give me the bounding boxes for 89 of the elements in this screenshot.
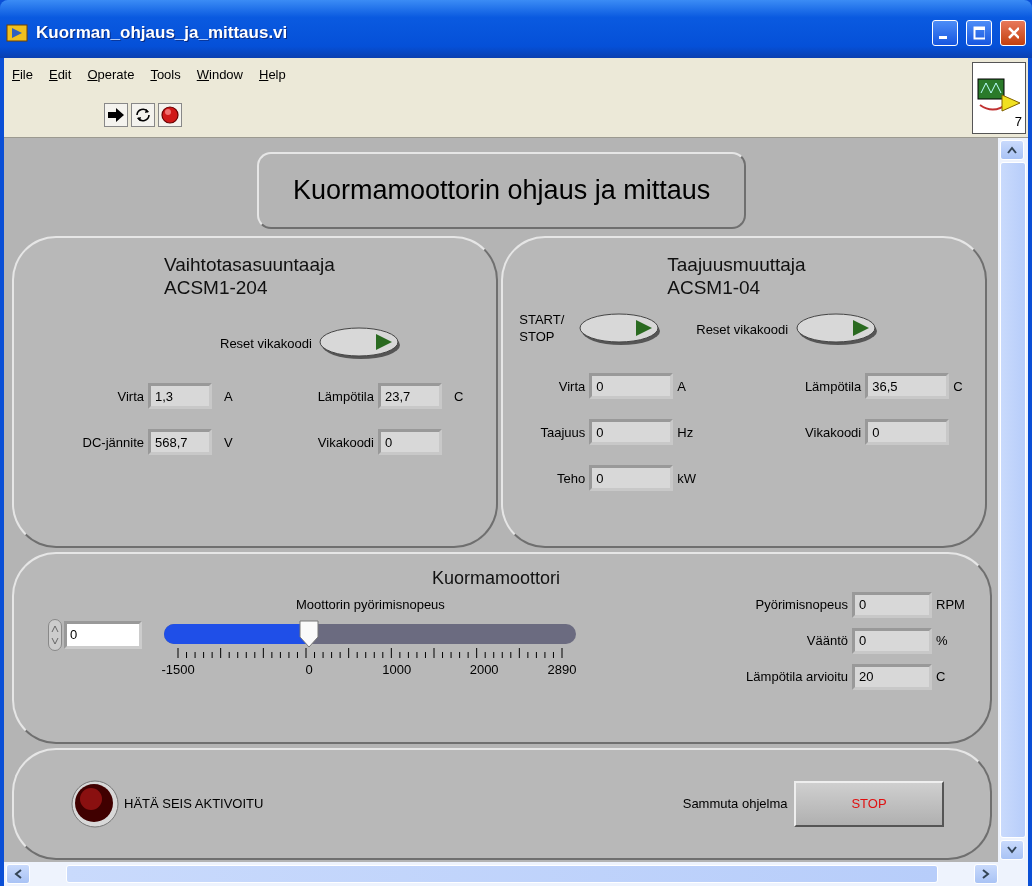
unit-label: RPM [936, 596, 966, 614]
unit-label: Hz [677, 423, 695, 442]
unit-label: % [936, 632, 949, 650]
indicator-label: Virta [116, 387, 144, 406]
unit-label: C [936, 668, 947, 686]
scale-label: 1000 [382, 660, 412, 679]
panel-subtitle: ACSM1-204 [164, 276, 269, 300]
chevron-left-icon [14, 869, 22, 879]
scale-label: 0 [305, 660, 313, 679]
maximize-icon [973, 26, 985, 40]
menu-item[interactable]: Edit [48, 65, 72, 85]
scroll-left-button[interactable] [6, 864, 30, 884]
unit-label: A [677, 377, 687, 396]
indicator-label: Lämpötila arvioitu [745, 668, 848, 686]
scroll-thumb[interactable] [66, 865, 938, 883]
minimize-icon [939, 36, 947, 39]
menu-item[interactable]: File [12, 65, 33, 85]
boolean-button[interactable] [577, 311, 662, 348]
menu-item[interactable]: Operate [87, 65, 135, 85]
menu-item[interactable]: Help [259, 65, 286, 85]
boolean-button[interactable] [794, 311, 879, 348]
button-label: START/ STOP [519, 312, 566, 347]
scroll-right-button[interactable] [974, 864, 998, 884]
slider-label: Moottorin pyörimisnopeus [296, 596, 446, 615]
indicator-label: Teho [556, 469, 586, 488]
panel-title: Taajuusmuuttaja [667, 253, 807, 277]
indicator-label: Lämpötila [316, 387, 374, 406]
panel-heading: Kuormamoottorin ohjaus ja mittaus [257, 152, 747, 229]
chevron-down-icon [1007, 846, 1017, 854]
arrow-icon [106, 106, 126, 123]
unit-label: kW [677, 469, 698, 488]
numeric-indicator: 0 [865, 419, 950, 446]
window-title: Kuorman_ohjaus_ja_mittaus.vi [36, 22, 289, 45]
scale-label: -1500 [161, 660, 195, 679]
indicator-label: Vikakoodi [316, 433, 374, 452]
maximize-button[interactable] [966, 20, 992, 46]
numeric-indicator: 568,7 [148, 429, 212, 456]
indicator-label: Virta [557, 377, 586, 396]
unit-label: A [224, 387, 234, 406]
numeric-indicator: 20 [852, 663, 932, 690]
abort-stop-button[interactable] [158, 102, 182, 127]
numeric-indicator: 23,7 [378, 383, 442, 410]
unit-label: C [953, 377, 964, 396]
minimize-button[interactable] [932, 20, 958, 46]
scroll-thumb[interactable] [1000, 162, 1026, 838]
unit-label: C [454, 387, 465, 406]
stop-icon [160, 104, 180, 125]
panel-title: Vaihtotasasuuntaaja [164, 253, 336, 277]
numeric-indicator: 0 [589, 373, 674, 400]
button-label: Reset vikakoodi [220, 334, 312, 353]
numeric-indicator: 0 [852, 591, 932, 618]
numeric-indicator: 0 [589, 465, 674, 492]
run-continuously-button[interactable] [131, 102, 155, 127]
close-icon [1007, 26, 1019, 40]
indicator-label: Taajuus [539, 423, 586, 442]
numeric-indicator: 0 [589, 419, 674, 446]
indicator-label: DC-jännite [81, 433, 144, 452]
numeric-indicator: 0 [378, 429, 442, 456]
numeric-indicator: 36,5 [865, 373, 950, 400]
vertical-scrollbar[interactable] [998, 138, 1028, 862]
indicator-label: HÄTÄ SEIS AKTIVOITU [124, 795, 264, 813]
button-label: Reset vikakoodi [696, 320, 789, 339]
run-arrow-button[interactable] [104, 102, 128, 127]
numeric-indicator: 0 [852, 627, 932, 654]
menu-item[interactable]: Window [196, 65, 243, 85]
numeric-indicator: 1,3 [148, 383, 212, 410]
close-button[interactable] [1000, 20, 1026, 46]
numeric-control[interactable]: 0 [64, 620, 142, 649]
indicator-label: Vääntö [805, 632, 848, 650]
horizontal-scrollbar[interactable] [4, 862, 1028, 886]
slider-track[interactable] [164, 623, 576, 644]
scroll-up-button[interactable] [1000, 140, 1024, 160]
chevron-right-icon [982, 869, 990, 879]
indicator-label: Vikakoodi [804, 423, 862, 442]
connector-number: 7 [1014, 112, 1022, 131]
scale-label: 2890 [547, 660, 577, 679]
slider-thumb[interactable] [298, 618, 321, 649]
unit-label: V [224, 433, 234, 452]
indicator-label: Lämpötila [803, 377, 862, 396]
scroll-down-button[interactable] [1000, 840, 1024, 860]
button-label: Sammuta ohjelma [682, 795, 788, 813]
chevron-up-icon [1007, 146, 1017, 154]
panel-title: Kuormamoottori [432, 567, 562, 590]
panel-subtitle: ACSM1-04 [667, 276, 762, 300]
scale-label: 2000 [469, 660, 499, 679]
app-icon [6, 23, 28, 43]
menu-item[interactable]: Tools [150, 65, 181, 85]
indicator-label: Pyörimisnopeus [754, 596, 848, 614]
boolean-button[interactable] [318, 325, 403, 362]
